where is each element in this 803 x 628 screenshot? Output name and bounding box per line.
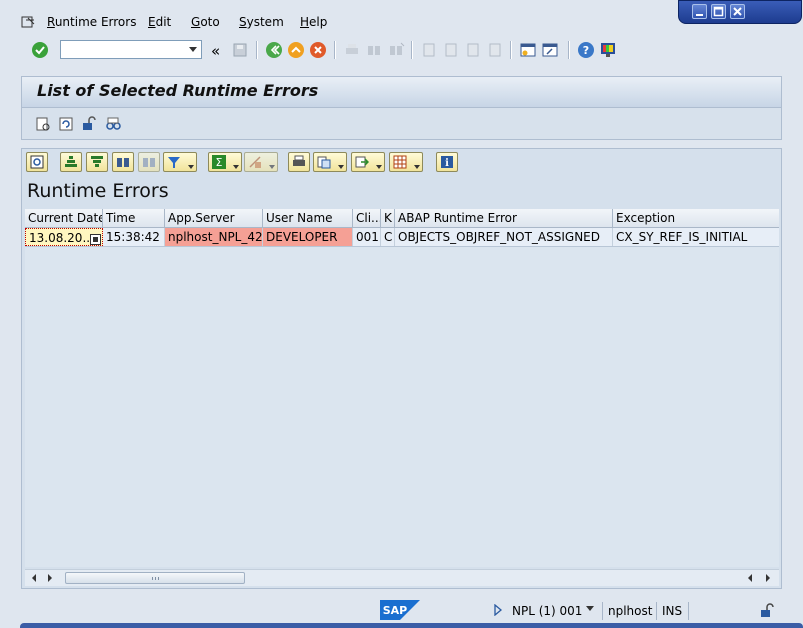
chevron-down-icon[interactable] <box>189 47 197 52</box>
print-icon <box>343 41 361 59</box>
content-area: Σ i Runtime Errors Current Date Time App… <box>21 148 782 589</box>
help-icon[interactable]: ? <box>577 41 595 59</box>
title-panel: List of Selected Runtime Errors <box>21 76 782 140</box>
chevron-down-icon[interactable] <box>338 165 344 169</box>
table-row[interactable]: 13.08.20... 15:38:42 nplhost_NPL_42 DEVE… <box>25 228 779 247</box>
enter-check-icon[interactable] <box>31 41 49 59</box>
find-next-button[interactable] <box>138 152 160 172</box>
window-controls <box>678 0 802 24</box>
status-expand-icon[interactable] <box>493 603 503 619</box>
page-title: List of Selected Runtime Errors <box>37 81 319 100</box>
subtotals-button[interactable] <box>244 152 278 172</box>
details-button[interactable] <box>26 152 48 172</box>
title-bar: List of Selected Runtime Errors <box>22 77 781 108</box>
cell-k[interactable]: C <box>381 228 395 246</box>
find-icon <box>365 41 383 59</box>
standard-toolbar: « ? <box>0 38 803 64</box>
svg-text:?: ? <box>583 44 589 57</box>
menu-help[interactable]: Help <box>300 15 327 29</box>
create-session-icon[interactable] <box>519 41 537 59</box>
column-header-exception[interactable]: Exception <box>613 209 779 227</box>
cell-client[interactable]: 001 <box>353 228 381 246</box>
cell-user-name[interactable]: DEVELOPER <box>263 228 353 246</box>
horizontal-scrollbar[interactable] <box>25 569 779 586</box>
information-button[interactable]: i <box>436 152 458 172</box>
menu-icon[interactable] <box>20 15 36 32</box>
chevron-down-icon[interactable] <box>376 165 382 169</box>
sort-ascending-button[interactable] <box>60 152 82 172</box>
lock-icon[interactable] <box>758 602 774 621</box>
column-header-current-date[interactable]: Current Date <box>25 209 103 227</box>
chevron-down-icon[interactable] <box>586 606 594 611</box>
cancel-icon[interactable] <box>309 41 327 59</box>
column-header-abap-runtime-error[interactable]: ABAP Runtime Error <box>395 209 613 227</box>
cell-time[interactable]: 15:38:42 <box>103 228 165 246</box>
cell-exception[interactable]: CX_SY_REF_IS_INITIAL <box>613 228 779 246</box>
layout-button[interactable] <box>389 152 423 172</box>
collapse-toolbar-icon[interactable]: « <box>211 42 220 60</box>
svg-text:i: i <box>445 158 449 169</box>
customize-layout-icon[interactable] <box>599 41 617 59</box>
column-header-app-server[interactable]: App.Server <box>165 209 263 227</box>
display-icon[interactable] <box>34 115 52 133</box>
filter-button[interactable] <box>163 152 197 172</box>
cell-current-date-value: 13.08.20... <box>29 231 94 245</box>
column-header-client[interactable]: Cli... <box>353 209 381 227</box>
sap-logo: SAP <box>380 600 420 620</box>
scroll-right-icon[interactable] <box>43 571 57 585</box>
svg-text:Σ: Σ <box>216 156 223 169</box>
menu-goto[interactable]: Goto <box>191 15 220 29</box>
host-name: nplhost <box>608 604 653 618</box>
back-icon[interactable] <box>265 41 283 59</box>
scroll-left-icon[interactable] <box>27 571 41 585</box>
close-button[interactable] <box>730 4 745 19</box>
system-info[interactable]: NPL (1) 001 <box>512 604 582 618</box>
generate-shortcut-icon[interactable] <box>541 41 559 59</box>
sort-descending-button[interactable] <box>86 152 108 172</box>
column-header-time[interactable]: Time <box>103 209 165 227</box>
menu-system[interactable]: System <box>239 15 284 29</box>
alv-grid: Current Date Time App.Server User Name C… <box>25 209 779 567</box>
chevron-down-icon[interactable] <box>188 165 194 169</box>
cell-current-date[interactable]: 13.08.20... <box>25 228 103 246</box>
total-button[interactable]: Σ <box>208 152 242 172</box>
chevron-down-icon[interactable] <box>269 165 275 169</box>
next-page-icon <box>464 41 482 59</box>
column-header-user-name[interactable]: User Name <box>263 209 353 227</box>
find-next-icon <box>387 41 405 59</box>
print-preview-button[interactable] <box>288 152 310 172</box>
command-field[interactable] <box>60 40 202 59</box>
svg-text:SAP: SAP <box>383 604 408 617</box>
last-page-icon <box>486 41 504 59</box>
f4-help-icon[interactable] <box>90 232 101 245</box>
menu-runtime-errors[interactable]: Runtime Errors <box>47 15 136 29</box>
grid-header-row: Current Date Time App.Server User Name C… <box>25 209 779 228</box>
menu-bar: Runtime Errors Edit Goto System Help <box>0 7 678 37</box>
export-button[interactable] <box>351 152 385 172</box>
menu-edit[interactable]: Edit <box>148 15 171 29</box>
first-page-icon <box>420 41 438 59</box>
column-header-k[interactable]: K <box>381 209 395 227</box>
refresh-icon[interactable] <box>57 115 75 133</box>
grid-title: Runtime Errors <box>27 180 169 202</box>
scroll-left-end-icon[interactable] <box>743 571 757 585</box>
alv-toolbar: Σ i <box>22 149 781 175</box>
maximize-button[interactable] <box>711 4 726 19</box>
window-bottom-frame <box>20 623 803 628</box>
scrollbar-thumb[interactable] <box>65 572 245 584</box>
chevron-down-icon[interactable] <box>233 165 239 169</box>
chevron-down-icon[interactable] <box>414 165 420 169</box>
scroll-right-end-icon[interactable] <box>761 571 775 585</box>
cell-app-server[interactable]: nplhost_NPL_42 <box>165 228 263 246</box>
cell-abap-runtime-error[interactable]: OBJECTS_OBJREF_NOT_ASSIGNED <box>395 228 613 246</box>
views-button[interactable] <box>313 152 347 172</box>
find-button[interactable] <box>112 152 134 172</box>
minimize-button[interactable] <box>692 4 707 19</box>
exit-icon[interactable] <box>287 41 305 59</box>
unlock-icon[interactable] <box>80 115 98 133</box>
input-mode[interactable]: INS <box>662 604 682 618</box>
previous-page-icon <box>442 41 460 59</box>
glasses-icon[interactable] <box>104 115 122 133</box>
save-icon <box>231 41 249 59</box>
